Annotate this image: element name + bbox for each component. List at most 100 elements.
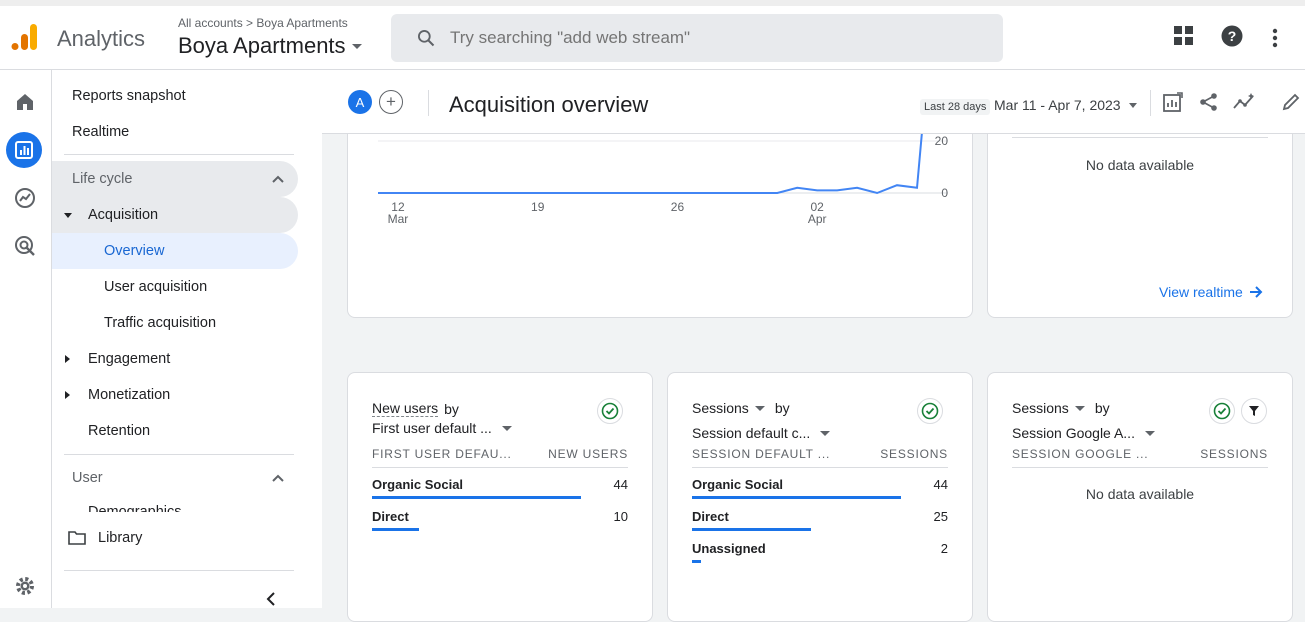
reports-nav: Reports snapshot Realtime Life cycle Acq…: [52, 70, 322, 608]
nav-library-label: Library: [98, 530, 143, 546]
col-header-metric[interactable]: NEW USERS: [548, 447, 628, 461]
home-icon[interactable]: [10, 87, 40, 117]
breadcrumb-account[interactable]: Boya Apartments: [256, 16, 347, 30]
view-realtime-link[interactable]: View realtime: [1159, 284, 1263, 300]
table-row-value: 44: [613, 477, 628, 492]
top-app-bar: Analytics All accounts > Boya Apartments…: [0, 0, 1305, 70]
search-bar[interactable]: [391, 14, 1003, 62]
col-header-dimension[interactable]: SESSION DEFAULT ...: [692, 447, 830, 461]
app-brand-name: Analytics: [57, 26, 146, 51]
nav-section-user[interactable]: User: [52, 460, 298, 496]
new-users-card: New users by First user default ... FIRS…: [347, 372, 653, 622]
caret-down-icon: [1074, 405, 1085, 411]
nav-acquisition[interactable]: Acquisition: [52, 197, 298, 233]
caret-down-icon: [820, 430, 831, 436]
nav-section-lifecycle[interactable]: Life cycle: [52, 161, 298, 197]
dimension-selector[interactable]: First user default ...: [372, 420, 512, 436]
nav-traffic-acquisition[interactable]: Traffic acquisition: [104, 305, 216, 341]
filter-icon[interactable]: [1241, 398, 1267, 424]
apps-grid-icon[interactable]: [1174, 26, 1194, 46]
sessions-google-ads-card: Sessions by Session Google A... SESSION …: [987, 372, 1293, 622]
metric-label[interactable]: Sessions: [692, 400, 749, 416]
breadcrumb-separator: >: [246, 16, 254, 30]
table-row-value: 2: [940, 541, 948, 556]
settings-gear-icon[interactable]: [10, 571, 40, 601]
caret-down-icon: [1128, 102, 1137, 108]
table-row-bar: [372, 496, 581, 499]
search-icon: [418, 30, 435, 47]
dimension-label: Session default c...: [692, 425, 811, 441]
view-realtime-label: View realtime: [1159, 284, 1243, 300]
nav-reports-snapshot[interactable]: Reports snapshot: [72, 78, 186, 114]
caret-down-icon: [1144, 430, 1155, 436]
comparison-avatar[interactable]: A: [348, 90, 372, 114]
card-title[interactable]: Sessions by: [692, 400, 790, 416]
date-range-picker[interactable]: Mar 11 - Apr 7, 2023: [994, 97, 1137, 113]
verified-check-icon[interactable]: [917, 398, 943, 424]
header-separator: [1150, 90, 1151, 116]
nav-divider: [64, 154, 294, 155]
col-header-metric[interactable]: SESSIONS: [880, 447, 948, 461]
y-tick-label: 0: [941, 186, 948, 200]
table-row-label: Unassigned: [692, 541, 766, 556]
by-label: by: [444, 400, 459, 417]
caret-down-icon: [501, 425, 512, 431]
nav-demographics-clipped[interactable]: Demographics: [88, 504, 182, 512]
more-vert-icon[interactable]: [1271, 28, 1279, 48]
nav-realtime[interactable]: Realtime: [72, 114, 129, 150]
metric-label[interactable]: New users: [372, 400, 439, 417]
add-comparison-icon[interactable]: +: [379, 90, 403, 114]
date-range-label: Last 28 days: [920, 99, 991, 115]
verified-check-icon[interactable]: [1209, 398, 1235, 424]
table-divider: [692, 467, 948, 468]
caret-down-icon: [754, 405, 765, 411]
dimension-selector[interactable]: Session default c...: [692, 425, 831, 441]
table-row-bar: [692, 560, 701, 563]
explore-icon[interactable]: [10, 183, 40, 213]
property-selector[interactable]: Boya Apartments: [178, 33, 362, 59]
table-row-value: 44: [933, 477, 948, 492]
advertising-icon[interactable]: [10, 231, 40, 261]
metric-label[interactable]: Sessions: [1012, 400, 1069, 416]
scroll-mask: [52, 513, 322, 514]
property-name: Boya Apartments: [178, 33, 346, 58]
col-header-dimension[interactable]: SESSION GOOGLE ...: [1012, 447, 1148, 461]
collapse-nav-chevron-icon[interactable]: [266, 591, 276, 607]
nav-engagement[interactable]: Engagement: [52, 341, 292, 377]
report-header: A + Acquisition overview Last 28 days Ma…: [322, 70, 1305, 134]
table-row-bar: [692, 528, 811, 531]
table-row-label: Organic Social: [692, 477, 784, 492]
realtime-divider: [1012, 137, 1268, 138]
nav-user-acquisition[interactable]: User acquisition: [104, 269, 207, 305]
col-header-dimension[interactable]: FIRST USER DEFAU...: [372, 447, 512, 461]
page-title: Acquisition overview: [449, 92, 649, 117]
nav-overview[interactable]: Overview: [52, 233, 298, 269]
card-title[interactable]: Sessions by: [1012, 400, 1110, 416]
breadcrumb[interactable]: All accounts > Boya Apartments: [178, 16, 348, 30]
reports-icon[interactable]: [6, 132, 42, 168]
nav-retention[interactable]: Retention: [88, 413, 150, 449]
dimension-selector[interactable]: Session Google A...: [1012, 425, 1155, 441]
arrow-right-icon: [1249, 286, 1263, 298]
collapsed-triangle-icon: [65, 355, 70, 363]
nav-divider: [64, 570, 294, 571]
col-header-metric[interactable]: SESSIONS: [1200, 447, 1268, 461]
folder-icon: [68, 531, 86, 545]
nav-library[interactable]: Library: [68, 520, 142, 556]
table-row-label: Direct: [372, 509, 409, 524]
realtime-no-data: No data available: [1085, 157, 1195, 173]
edit-pencil-icon[interactable]: [1281, 92, 1301, 112]
svg-text:?: ?: [1228, 28, 1237, 44]
breadcrumb-all-accounts[interactable]: All accounts: [178, 16, 243, 30]
search-input[interactable]: [450, 28, 950, 48]
customize-report-icon[interactable]: [1163, 92, 1183, 112]
y-tick-label: 20: [935, 134, 949, 148]
x-tick-label: 19: [531, 200, 545, 214]
share-icon[interactable]: [1199, 92, 1219, 112]
help-icon[interactable]: ?: [1221, 25, 1243, 47]
left-rail: [0, 70, 52, 608]
verified-check-icon[interactable]: [597, 398, 623, 424]
nav-monetization[interactable]: Monetization: [52, 377, 292, 413]
nav-engagement-label: Engagement: [88, 351, 171, 367]
insights-icon[interactable]: [1233, 92, 1257, 112]
